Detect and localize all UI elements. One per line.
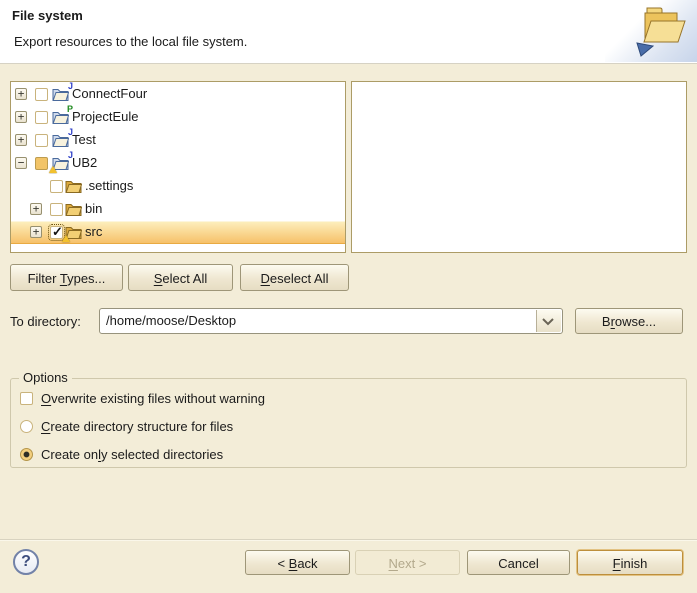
browse-button[interactable]: Browse...	[575, 308, 683, 334]
tree-item-label: ConnectFour	[72, 86, 147, 101]
expand-plus-icon[interactable]: +	[30, 226, 42, 238]
folder-icon	[65, 225, 82, 239]
tree-row-ub2[interactable]: − JUB2	[11, 152, 345, 175]
expand-plus-icon[interactable]: +	[15, 134, 27, 146]
radio-unchecked[interactable]	[20, 420, 33, 433]
tree-row-bin[interactable]: + bin	[11, 198, 345, 221]
tree-checkbox-projecteule[interactable]	[35, 111, 48, 124]
select-all-button[interactable]: Select All	[128, 264, 233, 291]
expand-plus-icon[interactable]: +	[15, 88, 27, 100]
tree-row-src[interactable]: + src	[11, 221, 345, 244]
option-label: Overwrite existing files without warning	[41, 391, 265, 406]
to-directory-label: To directory:	[10, 314, 81, 329]
tree-item-label: Test	[72, 132, 96, 147]
tree-row-projecteule[interactable]: + PProjectEule	[11, 106, 345, 129]
project-folder-icon: P	[52, 110, 69, 124]
option-label: Create directory structure for files	[41, 419, 233, 434]
next-button[interactable]: Next >	[355, 550, 460, 575]
deselect-all-button[interactable]: Deselect All	[240, 264, 349, 291]
wizard-banner: File system Export resources to the loca…	[0, 0, 697, 64]
page-subtitle: Export resources to the local file syste…	[14, 34, 247, 49]
help-button[interactable]: ?	[13, 549, 39, 575]
footer-separator	[0, 539, 697, 540]
tree-checkbox-ub2[interactable]	[35, 157, 48, 170]
export-folder-icon	[605, 0, 697, 62]
file-list-panel[interactable]	[351, 81, 687, 253]
export-wizard-dialog: File system Export resources to the loca…	[0, 0, 697, 593]
java-project-folder-icon: J	[52, 156, 69, 170]
filter-types-button[interactable]: Filter Types...	[10, 264, 123, 291]
options-group: Options Overwrite existing files without…	[10, 378, 687, 468]
tree-checkbox-test[interactable]	[35, 134, 48, 147]
option-label: Create only selected directories	[41, 447, 223, 462]
checkbox-unchecked[interactable]	[20, 392, 33, 405]
folder-icon	[65, 202, 82, 216]
tree-row-settings[interactable]: .settings	[11, 175, 345, 198]
radio-checked[interactable]	[20, 448, 33, 461]
tree-item-label: src	[85, 224, 102, 239]
folder-icon	[65, 179, 82, 193]
warning-overlay-icon	[62, 235, 70, 242]
destination-value[interactable]: /home/moose/Desktop	[106, 313, 236, 328]
tree-item-label: ProjectEule	[72, 109, 138, 124]
tree-checkbox-bin[interactable]	[50, 203, 63, 216]
destination-combo[interactable]: /home/moose/Desktop	[99, 308, 563, 334]
options-legend: Options	[19, 370, 72, 385]
expand-plus-icon[interactable]: +	[30, 203, 42, 215]
cancel-button[interactable]: Cancel	[467, 550, 570, 575]
expand-plus-icon[interactable]: +	[15, 111, 27, 123]
warning-overlay-icon	[49, 166, 57, 173]
chevron-down-icon[interactable]	[536, 310, 561, 332]
back-button[interactable]: < Back	[245, 550, 350, 575]
tree-item-label: .settings	[85, 178, 133, 193]
button-label: Filter	[28, 271, 60, 286]
tree-row-test[interactable]: + JTest	[11, 129, 345, 152]
tree-checkbox-connectfour[interactable]	[35, 88, 48, 101]
page-title: File system	[12, 8, 83, 23]
tree-checkbox-settings[interactable]	[50, 180, 63, 193]
tree-item-label: UB2	[72, 155, 97, 170]
java-project-folder-icon: J	[52, 87, 69, 101]
tree-item-label: bin	[85, 201, 102, 216]
java-project-folder-icon: J	[52, 133, 69, 147]
tree-row-connectfour[interactable]: + JConnectFour	[11, 83, 345, 106]
collapse-minus-icon[interactable]: −	[15, 157, 27, 169]
finish-button[interactable]: Finish	[577, 550, 683, 575]
resource-tree[interactable]: +JConnectFour+PProjectEule+JTest−JUB2.se…	[10, 81, 346, 253]
